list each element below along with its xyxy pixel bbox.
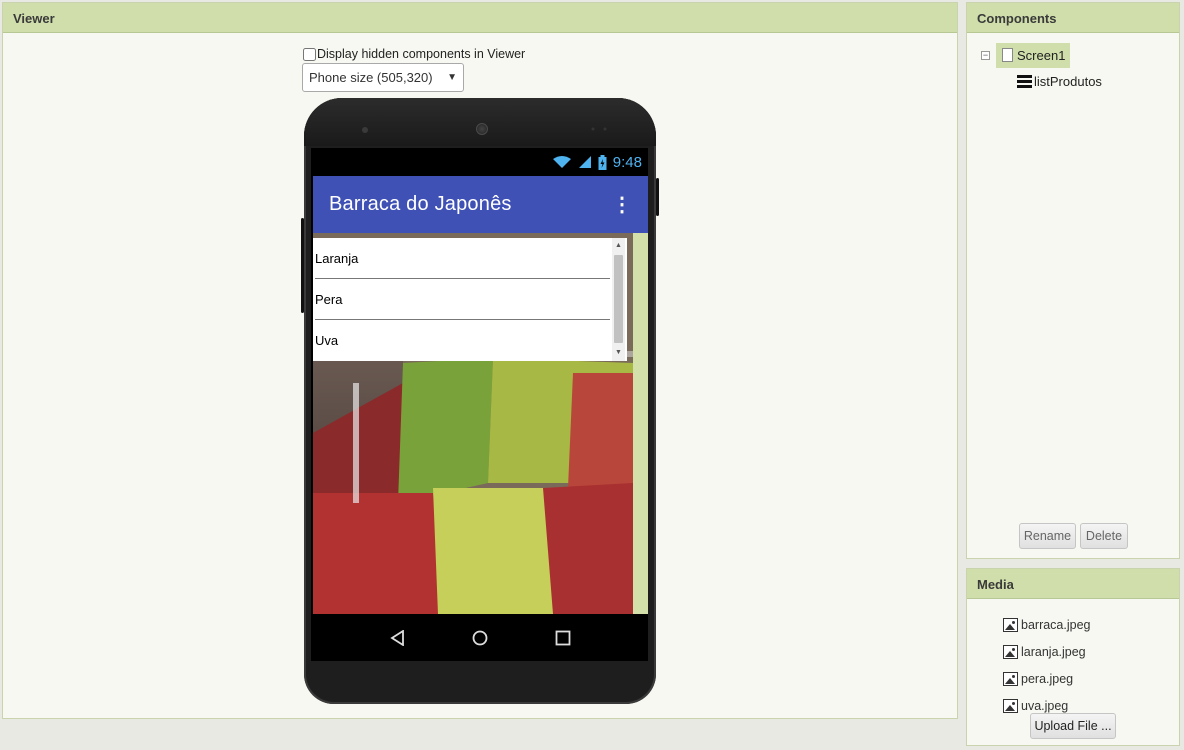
image-icon <box>1003 698 1018 713</box>
phone-mockup: 9:48 Barraca do Japonês ⋮ Laranja Pera U… <box>301 98 659 704</box>
collapse-icon[interactable]: − <box>981 50 990 60</box>
list-produtos[interactable]: Laranja Pera Uva ▲ ▼ <box>313 238 627 361</box>
upload-file-button[interactable]: Upload File ... <box>1030 713 1116 739</box>
back-icon[interactable] <box>388 628 408 648</box>
status-bar: 9:48 <box>311 148 648 176</box>
tree-item-label: listProdutos <box>1034 73 1102 89</box>
display-hidden-label: Display hidden components in Viewer <box>317 47 526 61</box>
screen-icon <box>1002 48 1013 62</box>
battery-icon <box>598 154 607 170</box>
media-filename: laranja.jpeg <box>1021 644 1086 659</box>
list-item[interactable]: Pera <box>313 279 627 320</box>
signal-icon <box>578 156 591 168</box>
chevron-down-icon: ▼ <box>447 72 457 83</box>
phone-screen: 9:48 Barraca do Japonês ⋮ Laranja Pera U… <box>311 148 648 661</box>
tree-item-listprodutos[interactable]: listProdutos <box>1017 70 1102 92</box>
wifi-icon <box>552 156 571 168</box>
more-vert-icon[interactable]: ⋮ <box>612 192 632 217</box>
image-icon <box>1003 644 1018 659</box>
tree-item-label: Screen1 <box>1017 47 1066 63</box>
media-filename: barraca.jpeg <box>1021 617 1091 632</box>
screen-content: Laranja Pera Uva ▲ ▼ <box>313 233 648 614</box>
phone-top-bezel <box>304 98 656 146</box>
app-title: Barraca do Japonês <box>329 193 512 215</box>
list-scrollbar[interactable]: ▲ ▼ <box>612 238 625 361</box>
components-panel: Components − Screen1 listProdutos Rename… <box>966 2 1180 559</box>
media-item[interactable]: laranja.jpeg <box>1003 638 1091 665</box>
list-item[interactable]: Laranja <box>313 238 627 279</box>
status-time: 9:48 <box>612 153 642 171</box>
media-filename: pera.jpeg <box>1021 671 1074 686</box>
image-icon <box>1003 617 1018 632</box>
nav-bar <box>313 614 648 661</box>
scroll-down-arrow-icon[interactable]: ▼ <box>612 347 625 359</box>
media-header: Media <box>967 569 1179 599</box>
display-hidden-toggle[interactable]: Display hidden components in Viewer <box>303 47 525 61</box>
display-hidden-checkbox[interactable] <box>303 47 316 61</box>
viewer-header: Viewer <box>3 3 957 33</box>
phone-sensors <box>591 127 607 131</box>
home-icon[interactable] <box>470 628 490 648</box>
app-bar: Barraca do Japonês ⋮ <box>313 176 648 233</box>
component-tree: − Screen1 listProdutos <box>981 42 1102 92</box>
phone-side-button-left <box>301 218 304 313</box>
tree-item-screen1[interactable]: Screen1 <box>996 42 1071 68</box>
listview-icon <box>1017 74 1032 88</box>
phone-speaker <box>362 127 368 133</box>
phone-side-button-right <box>656 178 659 216</box>
media-filename: uva.jpeg <box>1021 698 1069 713</box>
image-icon <box>1003 671 1018 686</box>
phone-camera <box>476 123 488 135</box>
media-panel: Media barraca.jpeg laranja.jpeg pera.jpe… <box>966 568 1180 746</box>
scrollbar-thumb[interactable] <box>614 255 623 343</box>
list-item[interactable]: Uva <box>313 320 627 361</box>
recents-icon[interactable] <box>553 628 573 648</box>
phone-size-select[interactable]: Phone size (505,320) ▼ <box>302 63 464 92</box>
components-header: Components <box>967 3 1179 33</box>
scroll-up-arrow-icon[interactable]: ▲ <box>612 240 625 252</box>
viewer-panel: Viewer Display hidden components in View… <box>2 2 958 719</box>
media-item[interactable]: pera.jpeg <box>1003 665 1091 692</box>
phone-size-value: Phone size (505,320) <box>309 70 433 85</box>
delete-button[interactable]: Delete <box>1080 523 1128 549</box>
rename-button[interactable]: Rename <box>1019 523 1076 549</box>
media-list: barraca.jpeg laranja.jpeg pera.jpeg uva.… <box>1003 611 1091 719</box>
media-item[interactable]: barraca.jpeg <box>1003 611 1091 638</box>
